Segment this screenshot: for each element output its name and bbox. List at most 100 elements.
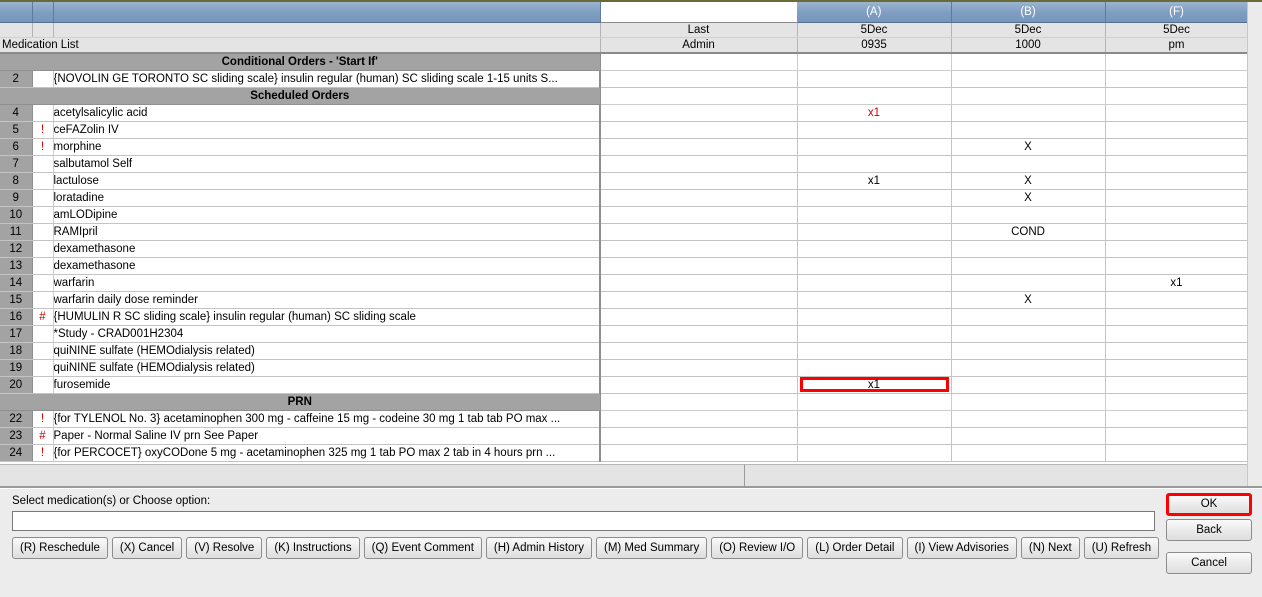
last-admin-cell[interactable] — [600, 240, 798, 258]
column-header-code-1[interactable]: (B) — [951, 2, 1106, 23]
medication-selection-input[interactable] — [12, 511, 1155, 531]
last-admin-cell[interactable] — [600, 206, 798, 224]
medication-name-cell[interactable]: Paper - Normal Saline IV prn See Paper — [53, 427, 601, 445]
action-button-l-order-detail[interactable]: (L) Order Detail — [807, 537, 903, 559]
dose-cell-f[interactable] — [1105, 359, 1247, 377]
dose-cell-f[interactable] — [1105, 121, 1247, 139]
dose-cell-a[interactable] — [797, 138, 952, 156]
dose-cell-b[interactable] — [951, 104, 1106, 122]
last-admin-cell[interactable] — [600, 410, 798, 428]
dose-cell-b[interactable] — [951, 121, 1106, 139]
dose-cell-b[interactable] — [951, 257, 1106, 275]
dose-cell-b[interactable]: COND — [951, 223, 1106, 241]
medication-name-cell[interactable]: dexamethasone — [53, 257, 601, 275]
dose-cell-b[interactable]: X — [951, 172, 1106, 190]
table-row[interactable]: 7 salbutamol Self — [0, 155, 1247, 173]
dose-cell-f[interactable]: x1 — [1105, 274, 1247, 292]
table-row[interactable]: 20 furosemide x1 — [0, 376, 1247, 394]
dose-cell-f[interactable] — [1105, 240, 1247, 258]
dose-cell-f[interactable] — [1105, 444, 1247, 462]
dose-cell-b[interactable] — [951, 342, 1106, 360]
medication-name-cell[interactable]: warfarin daily dose reminder — [53, 291, 601, 309]
last-admin-cell[interactable] — [600, 444, 798, 462]
table-row[interactable]: 16 # {HUMULIN R SC sliding scale} insulin … — [0, 308, 1247, 326]
last-admin-cell[interactable] — [600, 257, 798, 275]
dose-cell-f[interactable] — [1105, 342, 1247, 360]
last-admin-cell[interactable] — [600, 359, 798, 377]
dose-cell-a[interactable] — [797, 410, 952, 428]
dose-cell-a[interactable] — [797, 274, 952, 292]
dose-cell-a[interactable] — [797, 121, 952, 139]
table-row[interactable]: 19 quiNINE sulfate (HEMOdialysis related) — [0, 359, 1247, 377]
medication-name-cell[interactable]: loratadine — [53, 189, 601, 207]
last-admin-cell[interactable] — [600, 308, 798, 326]
dose-cell-b[interactable] — [951, 240, 1106, 258]
table-row[interactable]: 8 lactulose x1 X — [0, 172, 1247, 190]
dose-cell-a[interactable] — [797, 308, 952, 326]
table-row[interactable]: 10 amLODipine — [0, 206, 1247, 224]
dose-cell-a[interactable] — [797, 359, 952, 377]
medication-name-cell[interactable]: lactulose — [53, 172, 601, 190]
action-button-v-resolve[interactable]: (V) Resolve — [186, 537, 263, 559]
dose-cell-f[interactable] — [1105, 155, 1247, 173]
dose-cell-f[interactable] — [1105, 189, 1247, 207]
dose-cell-a[interactable] — [797, 206, 952, 224]
dose-cell-f[interactable] — [1105, 427, 1247, 445]
last-admin-cell[interactable] — [600, 104, 798, 122]
column-header-code-0[interactable]: (A) — [797, 2, 952, 23]
dose-cell-a[interactable] — [797, 257, 952, 275]
dose-cell-a[interactable]: x1 — [797, 172, 952, 190]
dose-cell-a[interactable] — [797, 325, 952, 343]
dose-cell-f[interactable] — [1105, 257, 1247, 275]
last-admin-cell[interactable] — [600, 189, 798, 207]
dose-cell-a[interactable] — [797, 223, 952, 241]
dose-cell-a[interactable] — [797, 155, 952, 173]
table-row[interactable]: 5! ceFAZolin IV — [0, 121, 1247, 139]
action-button-q-event-comment[interactable]: (Q) Event Comment — [363, 537, 482, 559]
table-row[interactable]: 23 # Paper - Normal Saline IV prn See Pape… — [0, 427, 1247, 445]
last-admin-cell[interactable] — [600, 172, 798, 190]
dose-cell-a[interactable] — [797, 240, 952, 258]
last-admin-cell[interactable] — [600, 274, 798, 292]
dose-cell-b[interactable] — [951, 206, 1106, 224]
last-admin-cell[interactable] — [600, 342, 798, 360]
dose-cell-b[interactable]: X — [951, 189, 1106, 207]
dose-cell-a[interactable] — [797, 189, 952, 207]
last-admin-cell[interactable] — [600, 325, 798, 343]
last-admin-cell[interactable] — [600, 291, 798, 309]
dose-cell-a[interactable] — [797, 291, 952, 309]
column-header-code-2[interactable]: (F) — [1105, 2, 1247, 23]
dose-cell-b[interactable] — [951, 70, 1106, 88]
table-row[interactable]: 24! {for PERCOCET} oxyCODone 5 mg - aceta… — [0, 444, 1247, 462]
medication-name-cell[interactable]: amLODipine — [53, 206, 601, 224]
action-button-x-cancel[interactable]: (X) Cancel — [111, 537, 183, 559]
medication-name-cell[interactable]: salbutamol Self — [53, 155, 601, 173]
action-button-k-instructions[interactable]: (K) Instructions — [266, 537, 360, 559]
medication-name-cell[interactable]: {NOVOLIN GE TORONTO SC sliding scale} in… — [53, 70, 601, 88]
medication-name-cell[interactable]: warfarin — [53, 274, 601, 292]
table-row[interactable]: 22! {for TYLENOL No. 3} acetaminophen 300… — [0, 410, 1247, 428]
dose-cell-b[interactable] — [951, 155, 1106, 173]
table-row[interactable]: 9 loratadine X — [0, 189, 1247, 207]
dose-cell-b[interactable] — [951, 410, 1106, 428]
medication-name-cell[interactable]: RAMIpril — [53, 223, 601, 241]
table-row[interactable]: 12 dexamethasone — [0, 240, 1247, 258]
dose-cell-f[interactable] — [1105, 104, 1247, 122]
dose-cell-a[interactable] — [797, 427, 952, 445]
dose-cell-f[interactable] — [1105, 410, 1247, 428]
dose-cell-b[interactable] — [951, 325, 1106, 343]
table-row[interactable]: 17 *Study - CRAD001H2304 — [0, 325, 1247, 343]
medication-name-cell[interactable]: acetylsalicylic acid — [53, 104, 601, 122]
dose-cell-f[interactable] — [1105, 325, 1247, 343]
dose-cell-f[interactable] — [1105, 70, 1247, 88]
ok-button[interactable]: OK — [1166, 493, 1252, 516]
dose-cell-b[interactable] — [951, 359, 1106, 377]
dose-cell-a-selected[interactable]: x1 — [797, 376, 952, 394]
medication-name-cell[interactable]: {HUMULIN R SC sliding scale} insulin reg… — [53, 308, 601, 326]
dose-cell-b[interactable]: X — [951, 138, 1106, 156]
table-row[interactable]: 6! morphine X — [0, 138, 1247, 156]
table-row[interactable]: 18 quiNINE sulfate (HEMOdialysis related) — [0, 342, 1247, 360]
dose-cell-f[interactable] — [1105, 291, 1247, 309]
cancel-button[interactable]: Cancel — [1166, 552, 1252, 574]
dose-cell-a[interactable]: x1 — [797, 104, 952, 122]
